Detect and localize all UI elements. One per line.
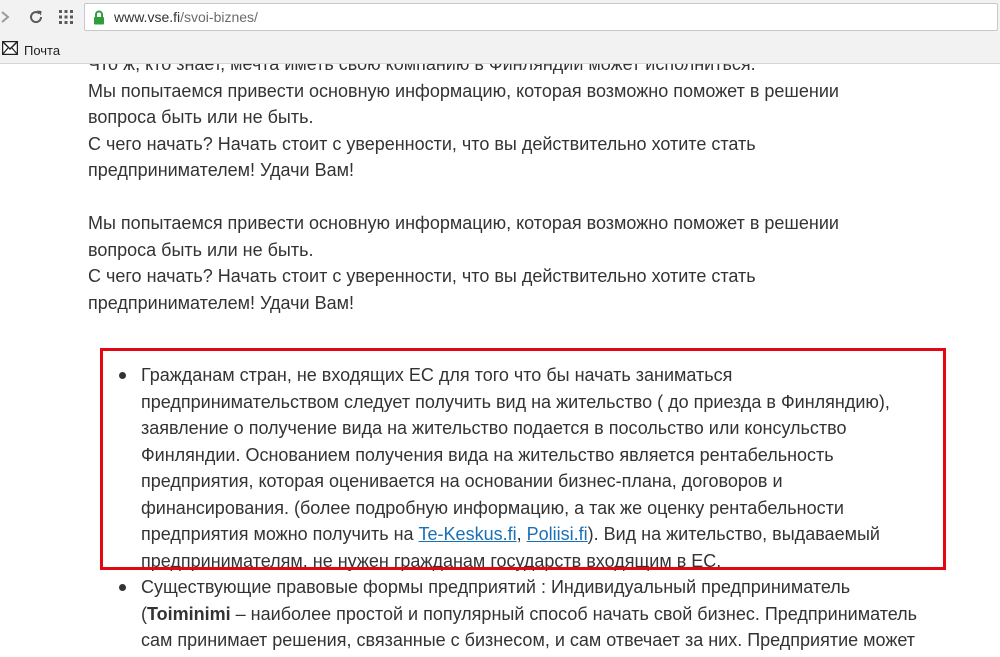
- paragraph-line: С чего начать? Начать стоит с уверенност…: [88, 133, 756, 154]
- address-bar[interactable]: www.vse.fi/svoi-biznes/: [84, 3, 998, 31]
- highlight-box: [100, 348, 946, 570]
- bullet-line: сам принимает решения, связанные с бизне…: [141, 630, 916, 650]
- bullet-line: (Toiminimi – наиболее простой и популярн…: [141, 603, 918, 624]
- bookmark-label: Почта: [24, 42, 61, 58]
- paragraph-line: С чего начать? Начать стоит с уверенност…: [88, 266, 756, 286]
- bookmarks-bar: Почта: [0, 36, 1000, 64]
- paragraph-line: вопроса быть или не быть.: [88, 239, 314, 260]
- bold-term: Toiminimi: [147, 603, 231, 624]
- intro-line: Что ж, кто знает, мечта иметь свою компа…: [88, 64, 756, 74]
- mail-icon: [1, 40, 19, 60]
- reload-icon[interactable]: [26, 6, 46, 28]
- bullet-line: Существующие правовые формы предприятий …: [141, 577, 851, 597]
- apps-grid-icon[interactable]: [56, 6, 76, 28]
- paragraph-line: предпринимателем! Удачи Вам!: [88, 160, 354, 180]
- bullet-dot: [119, 584, 126, 591]
- paragraph-line: предпринимателем! Удачи Вам!: [88, 292, 354, 313]
- bookmark-mail[interactable]: Почта: [1, 40, 61, 60]
- browser-toolbar: www.vse.fi/svoi-biznes/: [0, 0, 1000, 36]
- paragraph-line: Мы попытаемся привести основную информац…: [88, 213, 839, 233]
- url-text[interactable]: www.vse.fi/svoi-biznes/: [114, 9, 258, 25]
- forward-icon[interactable]: [0, 6, 10, 28]
- lock-icon: [93, 10, 105, 30]
- paragraph-line: Мы попытаемся привести основную информац…: [88, 80, 839, 101]
- paragraph-line: вопроса быть или не быть.: [88, 107, 314, 127]
